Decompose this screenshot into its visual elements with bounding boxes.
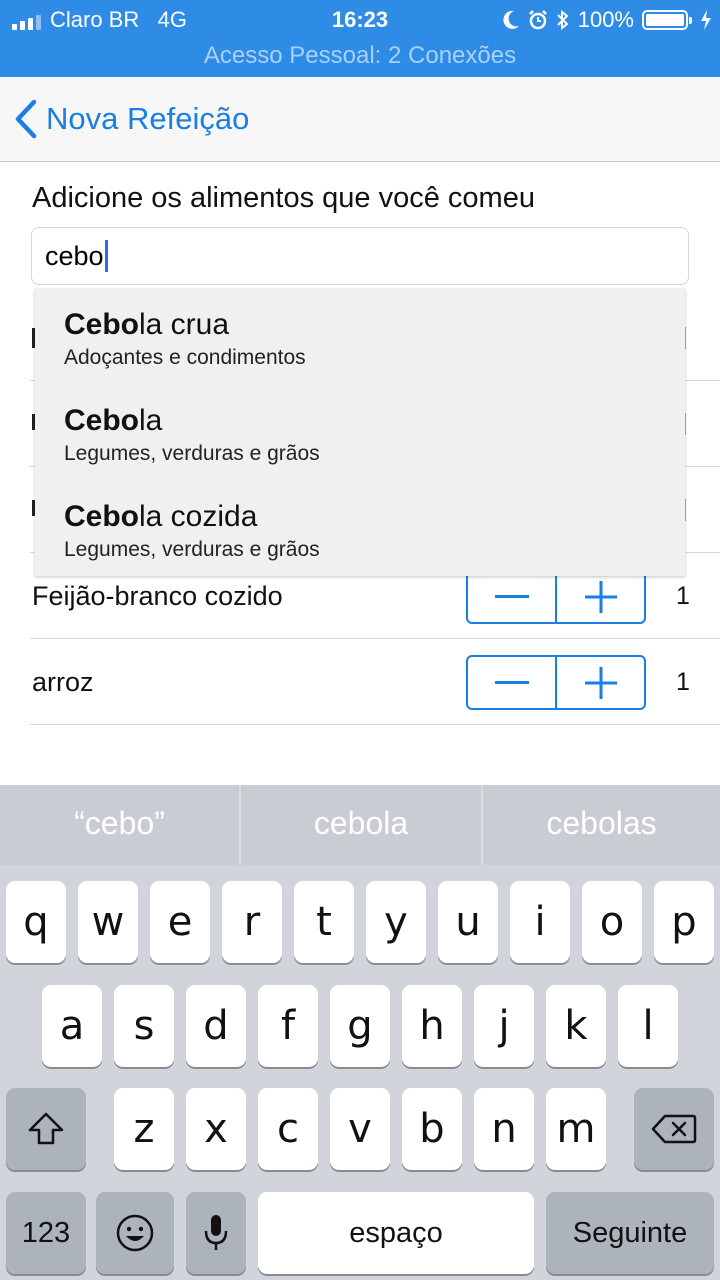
shift-key[interactable] — [6, 1088, 86, 1170]
key-e[interactable]: e — [150, 881, 210, 963]
food-name: arroz — [32, 667, 94, 697]
key-j[interactable]: j — [474, 985, 534, 1067]
text-caret — [104, 239, 108, 272]
emoji-icon — [116, 1214, 154, 1252]
key-o[interactable]: o — [582, 881, 642, 963]
suggestion-rest: la crua — [139, 308, 230, 341]
key-q[interactable]: q — [6, 881, 66, 963]
suggestion-category: Legumes, verduras e grãos — [64, 538, 320, 561]
key-l[interactable]: l — [618, 985, 678, 1067]
key-b[interactable]: b — [402, 1088, 462, 1170]
moon-icon — [503, 10, 519, 29]
decrement-button[interactable] — [468, 657, 555, 708]
shift-icon — [28, 1112, 64, 1145]
microphone-icon — [204, 1215, 228, 1250]
prediction-literal[interactable]: “cebo” — [0, 785, 239, 865]
navigation-bar: Nova Refeição — [0, 77, 720, 162]
key-w[interactable]: w — [78, 881, 138, 963]
back-button-label: Nova Refeição — [46, 101, 250, 136]
suggestion-title: Cebola cozida — [64, 499, 685, 535]
status-row: Claro BR 4G 16:23 100% — [0, 6, 720, 34]
key-v[interactable]: v — [330, 1088, 390, 1170]
key-y[interactable]: y — [366, 881, 426, 963]
quantity-stepper — [466, 569, 646, 624]
status-indicators: 100% — [502, 6, 712, 34]
quantity-value: 1 — [676, 668, 690, 696]
quantity-stepper — [466, 655, 646, 710]
emoji-key[interactable] — [96, 1192, 174, 1274]
food-row: arroz 1 — [30, 639, 720, 725]
plus-icon — [584, 580, 617, 613]
key-t[interactable]: t — [294, 881, 354, 963]
key-h[interactable]: h — [402, 985, 462, 1067]
bluetooth-icon — [557, 9, 569, 31]
suggestion-item[interactable]: Cebola cozida Legumes, verduras e grãos — [35, 481, 685, 577]
battery-fill — [646, 14, 684, 26]
suggestion-category: Adoçantes e condimentos — [64, 346, 306, 369]
suggestion-match: Cebo — [64, 404, 139, 437]
increment-button[interactable] — [555, 571, 644, 622]
autocomplete-dropdown: Cebola crua Adoçantes e condimentos Cebo… — [35, 289, 685, 576]
food-search-input[interactable]: cebo — [31, 227, 689, 285]
decrement-button[interactable] — [468, 571, 555, 622]
key-u[interactable]: u — [438, 881, 498, 963]
alarm-icon — [528, 10, 547, 30]
key-n[interactable]: n — [474, 1088, 534, 1170]
key-d[interactable]: d — [186, 985, 246, 1067]
key-k[interactable]: k — [546, 985, 606, 1067]
key-p[interactable]: p — [654, 881, 714, 963]
back-button[interactable]: Nova Refeição — [14, 97, 249, 141]
battery-percent: 100% — [577, 7, 634, 32]
charging-icon — [701, 10, 711, 30]
food-prompt-label: Adicione os alimentos que você comeu — [32, 182, 535, 214]
numbers-key[interactable]: 123 — [6, 1192, 86, 1274]
suggestion-rest: la cozida — [139, 500, 258, 533]
chevron-left-icon — [15, 99, 37, 139]
key-f[interactable]: f — [258, 985, 318, 1067]
key-x[interactable]: x — [186, 1088, 246, 1170]
dictation-key[interactable] — [186, 1192, 246, 1274]
suggestion-item[interactable]: Cebola crua Adoçantes e condimentos — [35, 289, 685, 385]
key-i[interactable]: i — [510, 881, 570, 963]
space-key[interactable]: espaço — [258, 1192, 534, 1274]
prediction-suggestion[interactable]: cebolas — [481, 785, 720, 865]
minus-icon — [494, 594, 529, 598]
key-c[interactable]: c — [258, 1088, 318, 1170]
key-a[interactable]: a — [42, 985, 102, 1067]
backspace-icon — [651, 1114, 697, 1144]
suggestion-match: Cebo — [64, 500, 139, 533]
backspace-key[interactable] — [634, 1088, 714, 1170]
minus-icon — [494, 680, 529, 684]
suggestion-title: Cebola crua — [64, 307, 685, 343]
next-key[interactable]: Seguinte — [546, 1192, 714, 1274]
plus-icon — [584, 666, 617, 699]
prediction-suggestion[interactable]: cebola — [239, 785, 481, 865]
key-m[interactable]: m — [546, 1088, 606, 1170]
battery-icon — [642, 10, 692, 30]
suggestion-item[interactable]: Cebola Legumes, verduras e grãos — [35, 385, 685, 481]
key-s[interactable]: s — [114, 985, 174, 1067]
increment-button[interactable] — [555, 657, 644, 708]
key-z[interactable]: z — [114, 1088, 174, 1170]
keyboard: “cebo” cebola cebolas q w e r t y u i o … — [0, 785, 720, 1280]
status-bar: Claro BR 4G 16:23 100% Acesso Pessoal: 2… — [0, 0, 720, 77]
suggestion-title: Cebola — [64, 403, 685, 439]
search-input-value: cebo — [45, 241, 104, 271]
prediction-bar: “cebo” cebola cebolas — [0, 785, 720, 865]
suggestion-rest: la — [139, 404, 163, 437]
suggestion-match: Cebo — [64, 308, 139, 341]
hotspot-banner[interactable]: Acesso Pessoal: 2 Conexões — [0, 42, 720, 70]
key-r[interactable]: r — [222, 881, 282, 963]
key-g[interactable]: g — [330, 985, 390, 1067]
suggestion-category: Legumes, verduras e grãos — [64, 442, 320, 465]
